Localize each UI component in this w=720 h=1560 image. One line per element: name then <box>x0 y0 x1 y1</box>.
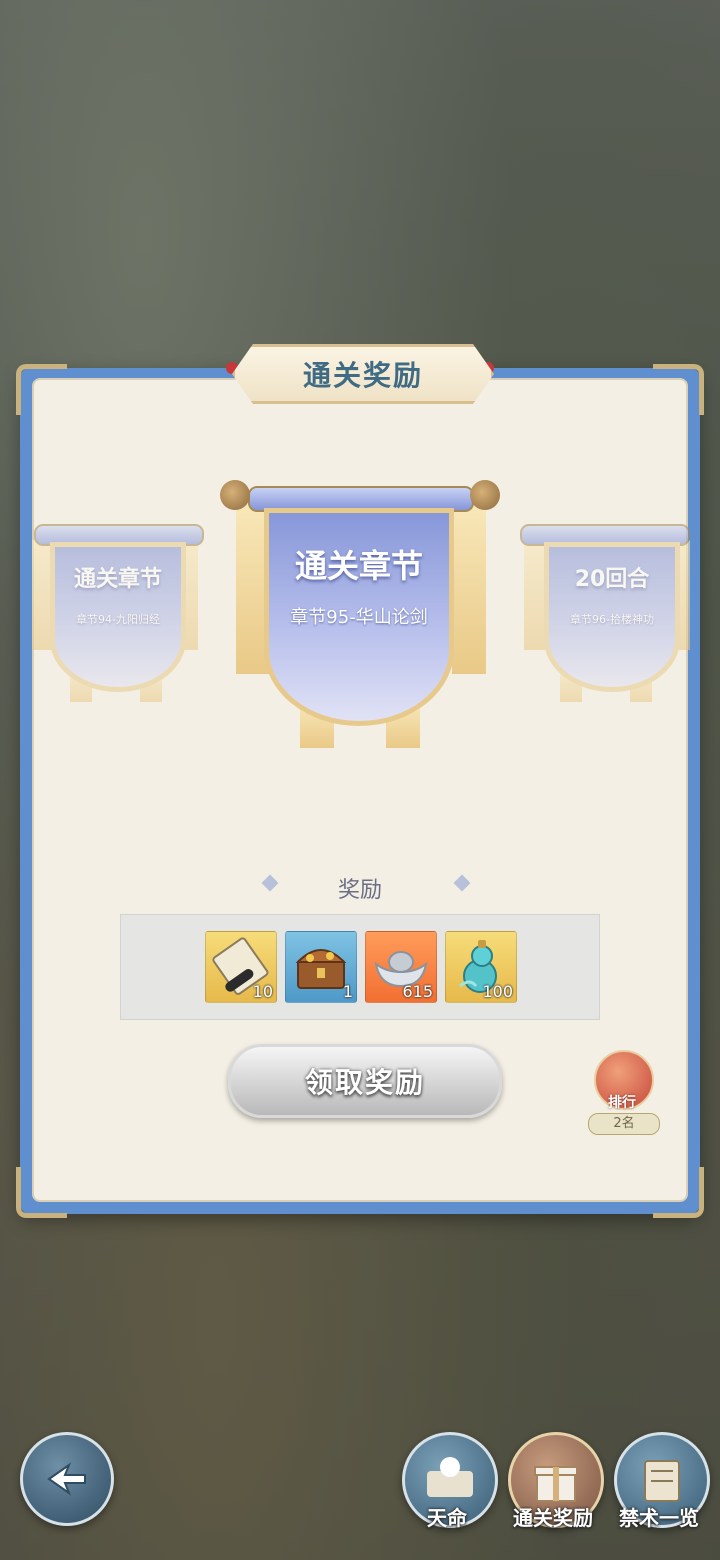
banner-title: 通关章节 <box>294 547 423 585</box>
rewards-list: 10 1 615 100 <box>120 914 600 1020</box>
scroll-end-ornament <box>220 480 250 510</box>
nav-fate-label: 天命 <box>427 1506 467 1530</box>
reward-item[interactable]: 10 <box>205 931 277 1003</box>
back-arrow-icon <box>47 1462 86 1496</box>
panel-corner <box>653 1167 704 1218</box>
reward-count: 10 <box>252 982 273 1001</box>
nav-clear-rewards-label: 通关奖励 <box>513 1506 593 1530</box>
reward-count: 100 <box>482 982 513 1001</box>
back-button[interactable] <box>20 1432 114 1526</box>
reward-item[interactable]: 615 <box>365 931 437 1003</box>
panel-corner <box>653 364 704 415</box>
panel-corner <box>16 364 67 415</box>
rank-badge: 2名 <box>588 1113 660 1135</box>
panel-corner <box>16 1167 67 1218</box>
banner-left[interactable]: 通关章节 章节94-九阳归经 <box>30 520 206 706</box>
reward-count: 615 <box>402 982 433 1001</box>
reward-item[interactable]: 1 <box>285 931 357 1003</box>
banner-subtitle: 章节95-华山论剑 <box>290 607 428 628</box>
claim-rewards-button[interactable]: 领取奖励 <box>228 1044 502 1118</box>
banner-center[interactable]: 通关章节 章节95-华山论剑 <box>218 474 502 754</box>
banner-right[interactable]: 20回合 章节96-拾楼神功 <box>516 520 692 706</box>
claim-rewards-label: 领取奖励 <box>304 1066 425 1099</box>
page-title: 通关奖励 <box>302 359 423 392</box>
banner-flap <box>452 504 486 674</box>
rank-label: 排行 <box>608 1095 636 1111</box>
rewards-header: 奖励 <box>337 878 382 903</box>
title-plaque: 通关奖励 <box>232 344 494 404</box>
reward-count: 1 <box>342 982 353 1001</box>
banner-cloth: 通关章节 章节95-华山论剑 <box>264 508 454 726</box>
banner-title: 20回合 <box>574 567 650 592</box>
reward-item[interactable]: 100 <box>445 931 517 1003</box>
nav-forbidden-list-label: 禁术一览 <box>619 1506 699 1530</box>
banner-subtitle: 章节94-九阳归经 <box>76 613 160 626</box>
banner-title: 通关章节 <box>73 567 162 592</box>
scroll-end-ornament <box>470 480 500 510</box>
banner-subtitle: 章节96-拾楼神功 <box>570 613 654 626</box>
banner-cloth: 通关章节 章节94-九阳归经 <box>50 542 186 692</box>
banner-cloth: 20回合 章节96-拾楼神功 <box>544 542 680 692</box>
